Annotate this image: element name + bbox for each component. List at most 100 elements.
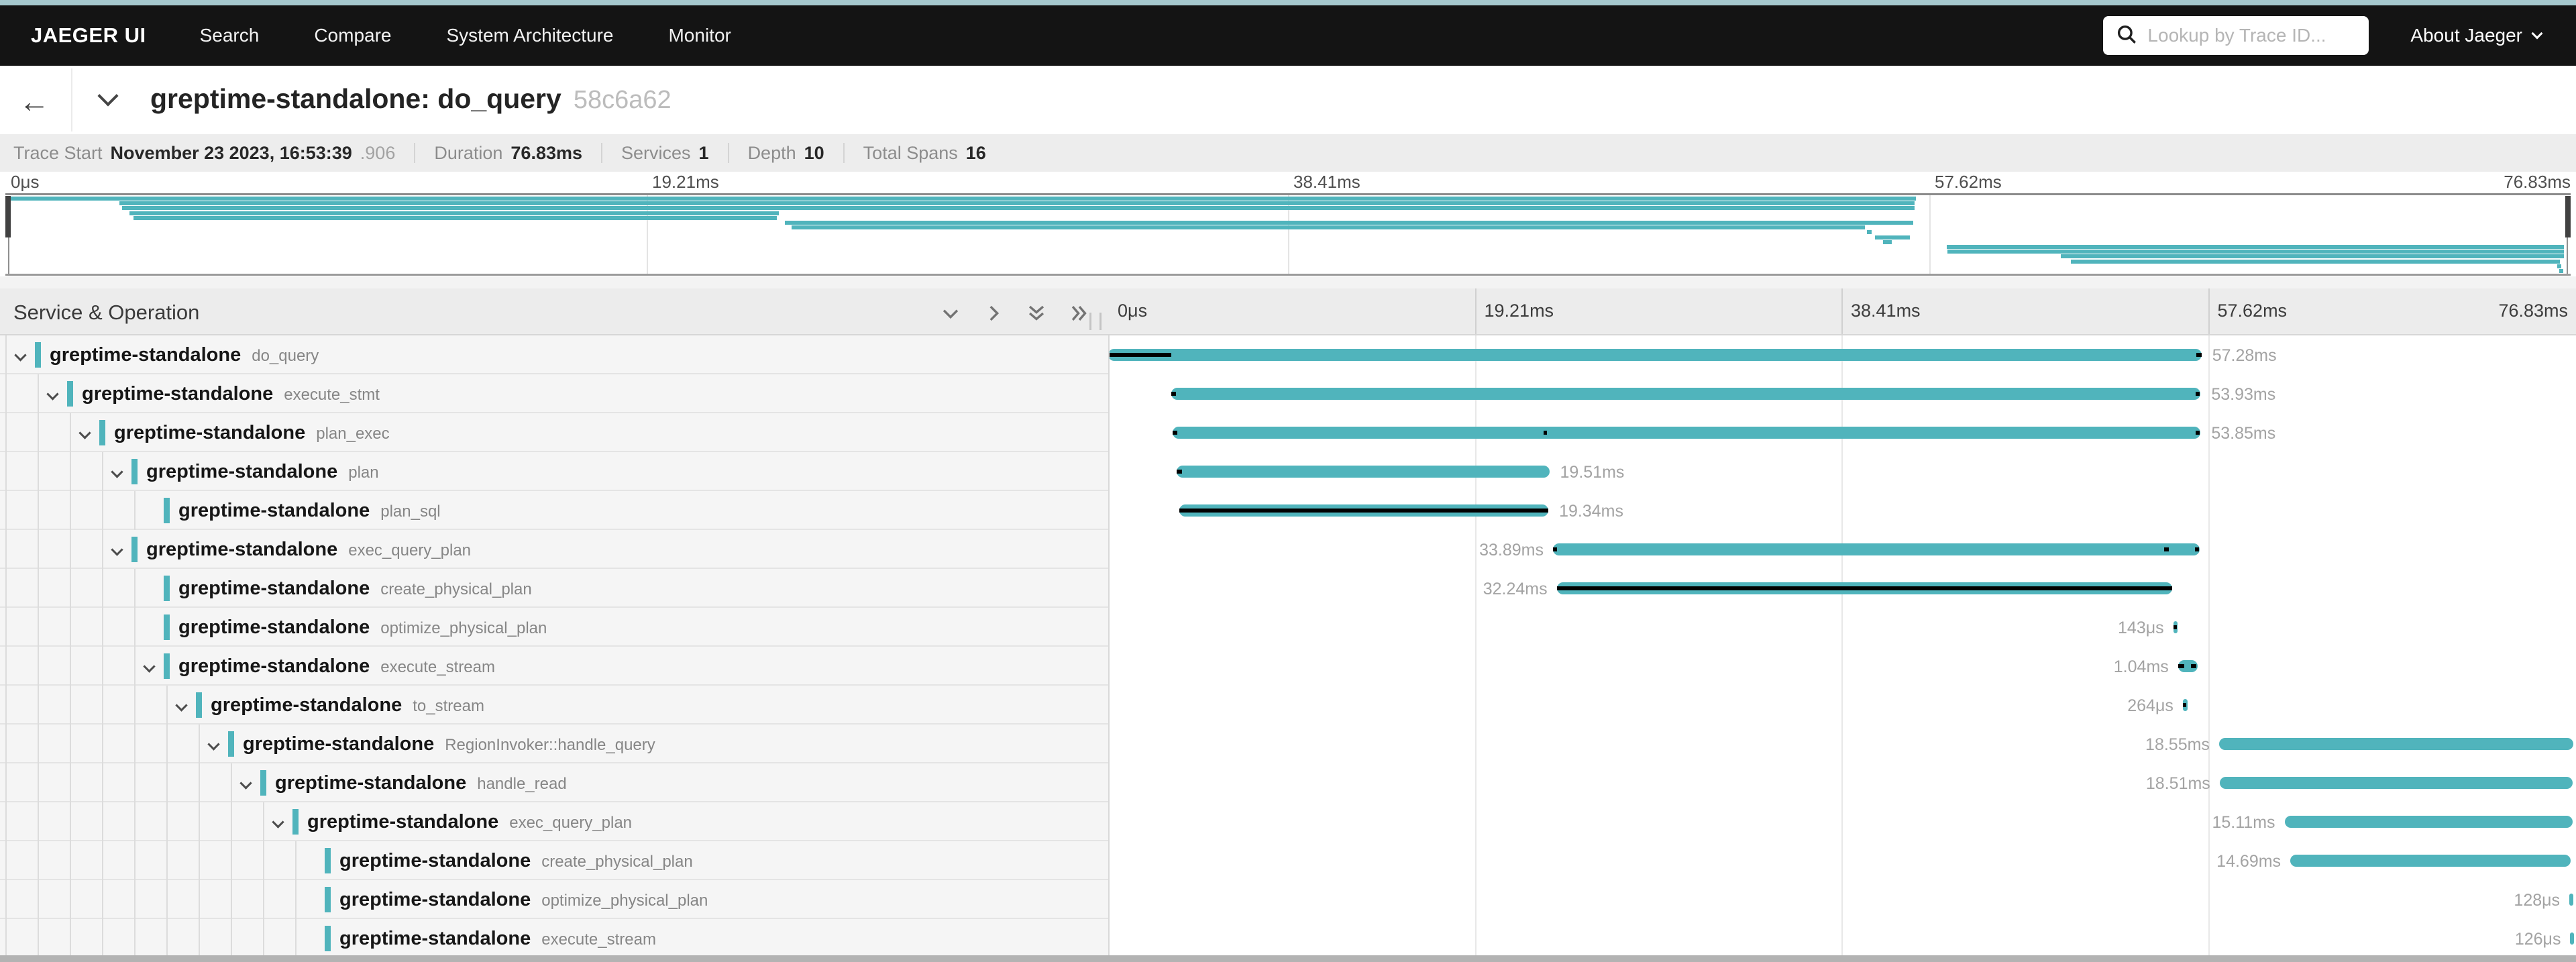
span-operation-name: to_stream xyxy=(413,697,484,715)
span-name-cell[interactable]: greptime-standaloneexecute_stream xyxy=(0,919,1108,958)
critical-path-segment xyxy=(2174,625,2177,629)
span-row[interactable]: greptime-standaloneoptimize_physical_pla… xyxy=(0,608,2576,647)
indent-guide xyxy=(38,608,39,647)
indent-guide xyxy=(166,919,168,958)
span-toggle-chevron-icon[interactable] xyxy=(207,738,219,750)
summary-label: Depth xyxy=(748,143,796,164)
brand-jaeger-ui[interactable]: JAEGER UI xyxy=(31,23,146,48)
span-row[interactable]: greptime-standaloneoptimize_physical_pla… xyxy=(0,880,2576,919)
span-toggle-chevron-icon[interactable] xyxy=(14,349,26,361)
nav-item-search[interactable]: Search xyxy=(200,25,260,46)
span-toggle-chevron-icon[interactable] xyxy=(239,777,252,789)
summary-label: Trace Start xyxy=(13,143,103,164)
span-row[interactable]: greptime-standalonedo_query57.28ms xyxy=(0,335,2576,374)
span-bar[interactable] xyxy=(1173,427,2200,439)
span-toggle-chevron-icon[interactable] xyxy=(111,466,123,478)
horizontal-scrollbar[interactable] xyxy=(0,955,2576,962)
indent-guide xyxy=(38,802,39,841)
collapse-all-icon[interactable] xyxy=(1025,302,1048,325)
span-name-cell[interactable]: greptime-standaloneexec_query_plan xyxy=(0,530,1108,569)
span-bar[interactable] xyxy=(2285,816,2573,828)
nav-item-monitor[interactable]: Monitor xyxy=(668,25,731,46)
critical-path-segment xyxy=(2196,353,2201,357)
minimap-left-scrubber-handle[interactable] xyxy=(5,196,11,237)
column-resizer-handle[interactable] xyxy=(1089,313,1102,330)
minimap-span-bar xyxy=(785,221,1913,225)
span-service-name: greptime-standaloneto_stream xyxy=(211,694,484,716)
span-toggle-chevron-icon[interactable] xyxy=(143,660,155,672)
indent-guide xyxy=(5,919,7,958)
span-row[interactable]: greptime-standalonecreate_physical_plan1… xyxy=(0,841,2576,880)
span-name-cell[interactable]: greptime-standaloneexecute_stmt xyxy=(0,374,1108,413)
minimap-span-bar xyxy=(1867,230,1872,234)
span-toggle-chevron-icon[interactable] xyxy=(46,388,58,400)
span-name-cell[interactable]: greptime-standaloneexec_query_plan xyxy=(0,802,1108,841)
span-row[interactable]: greptime-standaloneexecute_stream126μs xyxy=(0,919,2576,958)
collapse-one-icon[interactable] xyxy=(939,302,962,325)
span-bar[interactable] xyxy=(1108,349,2202,361)
span-row[interactable]: greptime-standaloneexec_query_plan 33.89m… xyxy=(0,530,2576,569)
span-row[interactable]: greptime-standalonehandle_read18.51ms xyxy=(0,763,2576,802)
span-bar[interactable] xyxy=(2290,855,2571,867)
span-row[interactable]: greptime-standaloneplan_sql19.34ms xyxy=(0,491,2576,530)
summary-separator xyxy=(728,143,729,163)
span-duration-label: 33.89ms xyxy=(1479,541,1544,560)
minimap-right-scrubber-handle[interactable] xyxy=(2565,196,2571,237)
span-toggle-chevron-icon[interactable] xyxy=(111,543,123,555)
span-row[interactable]: greptime-standaloneplan19.51ms xyxy=(0,452,2576,491)
indent-guide xyxy=(134,763,136,802)
trace-id-lookup[interactable] xyxy=(2103,16,2369,55)
expand-one-icon[interactable] xyxy=(982,302,1005,325)
span-bar[interactable] xyxy=(1553,543,2200,555)
about-jaeger-label: About Jaeger xyxy=(2410,25,2522,46)
about-jaeger-menu[interactable]: About Jaeger xyxy=(2410,25,2541,46)
indent-guide xyxy=(134,841,136,880)
span-bar[interactable] xyxy=(1177,466,1549,478)
span-toggle-chevron-icon[interactable] xyxy=(272,816,284,828)
span-name-cell[interactable]: greptime-standaloneplan_exec xyxy=(0,413,1108,452)
span-name-cell[interactable]: greptime-standaloneoptimize_physical_pla… xyxy=(0,608,1108,647)
span-name-cell[interactable]: greptime-standaloneplan xyxy=(0,452,1108,491)
span-name-cell[interactable]: greptime-standalonedo_query xyxy=(0,335,1108,374)
span-row[interactable]: greptime-standaloneRegionInvoker::handle… xyxy=(0,725,2576,763)
span-operation-name: execute_stream xyxy=(380,658,495,676)
span-name-cell[interactable]: greptime-standaloneplan_sql xyxy=(0,491,1108,530)
span-row[interactable]: greptime-standaloneexecute_stmt53.93ms xyxy=(0,374,2576,413)
span-duration-label: 1.04ms xyxy=(2114,657,2169,677)
span-bar[interactable] xyxy=(1171,388,2200,400)
minimap-span-bar xyxy=(2071,260,2560,264)
span-bar[interactable] xyxy=(2570,932,2574,945)
span-row[interactable]: greptime-standalonecreate_physical_plan3… xyxy=(0,569,2576,608)
span-name-cell[interactable]: greptime-standalonehandle_read xyxy=(0,763,1108,802)
span-name-cell[interactable]: greptime-standalonecreate_physical_plan xyxy=(0,841,1108,880)
span-bar[interactable] xyxy=(2219,738,2573,750)
nav-item-compare[interactable]: Compare xyxy=(314,25,391,46)
indent-guide xyxy=(102,686,103,725)
span-row[interactable]: greptime-standaloneplan_exec53.85ms xyxy=(0,413,2576,452)
nav-item-system-architecture[interactable]: System Architecture xyxy=(447,25,614,46)
summary-value-suffix: .906 xyxy=(360,143,396,164)
critical-path-segment xyxy=(2191,664,2196,668)
back-icon[interactable]: ← xyxy=(19,83,50,119)
span-row[interactable]: greptime-standaloneexecute_stream 1.04ms xyxy=(0,647,2576,686)
expand-all-icon[interactable] xyxy=(1068,302,1091,325)
span-toggle-chevron-icon[interactable] xyxy=(78,427,91,439)
span-name-cell[interactable]: greptime-standaloneto_stream xyxy=(0,686,1108,725)
span-row[interactable]: greptime-standaloneexec_query_plan15.11m… xyxy=(0,802,2576,841)
span-name-cell[interactable]: greptime-standaloneRegionInvoker::handle… xyxy=(0,725,1108,763)
span-color-bar xyxy=(131,537,138,562)
span-name-cell[interactable]: greptime-standaloneoptimize_physical_pla… xyxy=(0,880,1108,919)
trace-id-lookup-input[interactable] xyxy=(2147,25,2349,46)
header-divider xyxy=(71,68,72,131)
trace-collapse-chevron-icon[interactable] xyxy=(97,85,118,106)
span-toggle-chevron-icon[interactable] xyxy=(175,699,187,711)
span-bar[interactable] xyxy=(2220,777,2573,789)
span-name-cell[interactable]: greptime-standaloneexecute_stream xyxy=(0,647,1108,686)
column-divider[interactable] xyxy=(1108,335,1110,962)
span-bar[interactable] xyxy=(2569,894,2573,906)
indent-guide xyxy=(134,491,136,530)
span-name-cell[interactable]: greptime-standalonecreate_physical_plan xyxy=(0,569,1108,608)
trace-minimap[interactable] xyxy=(0,193,2576,276)
critical-path-segment xyxy=(1544,431,1547,435)
span-row[interactable]: greptime-standaloneto_stream264μs xyxy=(0,686,2576,725)
